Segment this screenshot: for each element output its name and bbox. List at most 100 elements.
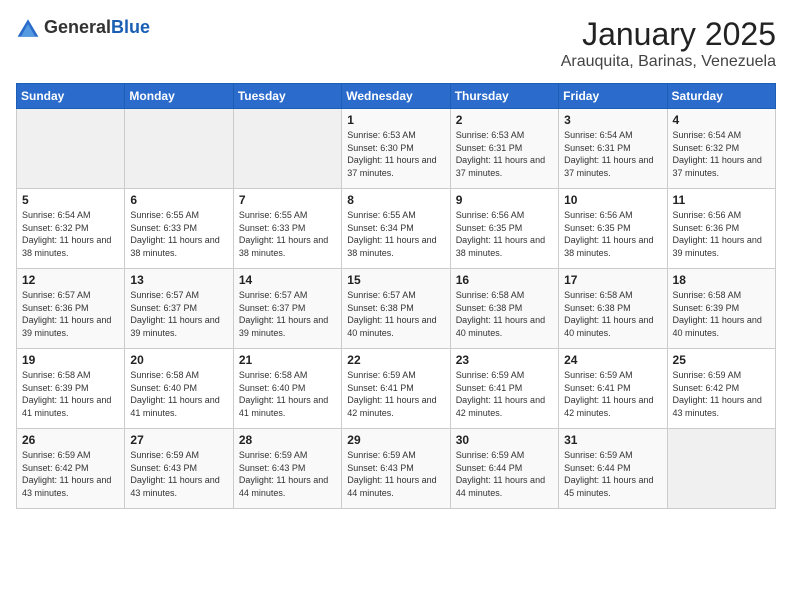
day-info: Sunrise: 6:58 AMSunset: 6:40 PMDaylight:… (239, 369, 336, 419)
day-info: Sunrise: 6:59 AMSunset: 6:44 PMDaylight:… (456, 449, 553, 499)
day-number: 6 (130, 193, 227, 207)
day-info: Sunrise: 6:56 AMSunset: 6:35 PMDaylight:… (564, 209, 661, 259)
calendar-cell: 11 Sunrise: 6:56 AMSunset: 6:36 PMDayligh… (667, 189, 775, 269)
day-number: 4 (673, 113, 770, 127)
day-info: Sunrise: 6:54 AMSunset: 6:32 PMDaylight:… (673, 129, 770, 179)
calendar-cell: 23 Sunrise: 6:59 AMSunset: 6:41 PMDayligh… (450, 349, 558, 429)
calendar-cell: 8Sunrise: 6:55 AMSunset: 6:34 PMDaylight… (342, 189, 450, 269)
day-number: 13 (130, 273, 227, 287)
logo-general: GeneralBlue (44, 18, 150, 38)
day-info: Sunrise: 6:59 AMSunset: 6:43 PMDaylight:… (130, 449, 227, 499)
weekday-header-saturday: Saturday (667, 84, 775, 109)
day-info: Sunrise: 6:59 AMSunset: 6:43 PMDaylight:… (347, 449, 444, 499)
calendar-cell: 2Sunrise: 6:53 AMSunset: 6:31 PMDaylight… (450, 109, 558, 189)
weekday-header-monday: Monday (125, 84, 233, 109)
calendar-cell: 4 Sunrise: 6:54 AMSunset: 6:32 PMDaylight… (667, 109, 775, 189)
day-number: 29 (347, 433, 444, 447)
day-info: Sunrise: 6:57 AMSunset: 6:38 PMDaylight:… (347, 289, 444, 339)
day-number: 19 (22, 353, 119, 367)
day-info: Sunrise: 6:59 AMSunset: 6:41 PMDaylight:… (347, 369, 444, 419)
weekday-header-row: SundayMondayTuesdayWednesdayThursdayFrid… (17, 84, 776, 109)
calendar-cell: 9Sunrise: 6:56 AMSunset: 6:35 PMDaylight… (450, 189, 558, 269)
logo: GeneralBlue (16, 16, 150, 40)
weekday-header-tuesday: Tuesday (233, 84, 341, 109)
calendar-cell: 6 Sunrise: 6:55 AMSunset: 6:33 PMDaylight… (125, 189, 233, 269)
day-info: Sunrise: 6:54 AMSunset: 6:32 PMDaylight:… (22, 209, 119, 259)
calendar-cell: 5 Sunrise: 6:54 AMSunset: 6:32 PMDaylight… (17, 189, 125, 269)
day-number: 11 (673, 193, 770, 207)
day-number: 8 (347, 193, 444, 207)
day-info: Sunrise: 6:59 AMSunset: 6:42 PMDaylight:… (673, 369, 770, 419)
day-number: 5 (22, 193, 119, 207)
day-number: 24 (564, 353, 661, 367)
day-info: Sunrise: 6:55 AMSunset: 6:33 PMDaylight:… (239, 209, 336, 259)
day-info: Sunrise: 6:58 AMSunset: 6:38 PMDaylight:… (456, 289, 553, 339)
calendar-cell: 31 Sunrise: 6:59 AMSunset: 6:44 PMDayligh… (559, 429, 667, 509)
calendar-cell (667, 429, 775, 509)
day-number: 28 (239, 433, 336, 447)
calendar-week-row: 19 Sunrise: 6:58 AMSunset: 6:39 PMDayligh… (17, 349, 776, 429)
calendar-cell: 16 Sunrise: 6:58 AMSunset: 6:38 PMDayligh… (450, 269, 558, 349)
day-info: Sunrise: 6:58 AMSunset: 6:39 PMDaylight:… (22, 369, 119, 419)
day-number: 3 (564, 113, 661, 127)
day-number: 17 (564, 273, 661, 287)
weekday-header-thursday: Thursday (450, 84, 558, 109)
calendar-cell: 10Sunrise: 6:56 AMSunset: 6:35 PMDayligh… (559, 189, 667, 269)
day-info: Sunrise: 6:57 AMSunset: 6:37 PMDaylight:… (239, 289, 336, 339)
day-number: 26 (22, 433, 119, 447)
calendar-cell: 25Sunrise: 6:59 AMSunset: 6:42 PMDayligh… (667, 349, 775, 429)
day-info: Sunrise: 6:59 AMSunset: 6:42 PMDaylight:… (22, 449, 119, 499)
weekday-header-friday: Friday (559, 84, 667, 109)
calendar-cell: 17 Sunrise: 6:58 AMSunset: 6:38 PMDayligh… (559, 269, 667, 349)
weekday-header-wednesday: Wednesday (342, 84, 450, 109)
calendar-cell: 1 Sunrise: 6:53 AMSunset: 6:30 PMDaylight… (342, 109, 450, 189)
calendar-cell (17, 109, 125, 189)
day-info: Sunrise: 6:57 AMSunset: 6:36 PMDaylight:… (22, 289, 119, 339)
day-info: Sunrise: 6:59 AMSunset: 6:41 PMDaylight:… (456, 369, 553, 419)
weekday-header-sunday: Sunday (17, 84, 125, 109)
day-number: 22 (347, 353, 444, 367)
calendar-table: SundayMondayTuesdayWednesdayThursdayFrid… (16, 83, 776, 509)
day-number: 27 (130, 433, 227, 447)
calendar-week-row: 26 Sunrise: 6:59 AMSunset: 6:42 PMDayligh… (17, 429, 776, 509)
day-info: Sunrise: 6:53 AMSunset: 6:30 PMDaylight:… (347, 129, 444, 179)
day-number: 23 (456, 353, 553, 367)
day-number: 18 (673, 273, 770, 287)
calendar-cell: 27 Sunrise: 6:59 AMSunset: 6:43 PMDayligh… (125, 429, 233, 509)
calendar-cell: 13 Sunrise: 6:57 AMSunset: 6:37 PMDayligh… (125, 269, 233, 349)
day-info: Sunrise: 6:54 AMSunset: 6:31 PMDaylight:… (564, 129, 661, 179)
calendar-cell: 12 Sunrise: 6:57 AMSunset: 6:36 PMDayligh… (17, 269, 125, 349)
calendar-week-row: 12 Sunrise: 6:57 AMSunset: 6:36 PMDayligh… (17, 269, 776, 349)
calendar-cell: 22 Sunrise: 6:59 AMSunset: 6:41 PMDayligh… (342, 349, 450, 429)
day-number: 31 (564, 433, 661, 447)
location-title: Arauquita, Barinas, Venezuela (561, 53, 776, 71)
calendar-cell: 14Sunrise: 6:57 AMSunset: 6:37 PMDayligh… (233, 269, 341, 349)
calendar-cell: 18Sunrise: 6:58 AMSunset: 6:39 PMDayligh… (667, 269, 775, 349)
day-info: Sunrise: 6:55 AMSunset: 6:33 PMDaylight:… (130, 209, 227, 259)
day-number: 1 (347, 113, 444, 127)
day-number: 7 (239, 193, 336, 207)
logo-icon (16, 16, 40, 40)
day-info: Sunrise: 6:57 AMSunset: 6:37 PMDaylight:… (130, 289, 227, 339)
day-info: Sunrise: 6:56 AMSunset: 6:36 PMDaylight:… (673, 209, 770, 259)
day-info: Sunrise: 6:59 AMSunset: 6:41 PMDaylight:… (564, 369, 661, 419)
day-number: 20 (130, 353, 227, 367)
calendar-cell: 26 Sunrise: 6:59 AMSunset: 6:42 PMDayligh… (17, 429, 125, 509)
day-number: 15 (347, 273, 444, 287)
calendar-cell: 7 Sunrise: 6:55 AMSunset: 6:33 PMDaylight… (233, 189, 341, 269)
calendar-cell: 28Sunrise: 6:59 AMSunset: 6:43 PMDayligh… (233, 429, 341, 509)
day-number: 12 (22, 273, 119, 287)
calendar-cell: 19 Sunrise: 6:58 AMSunset: 6:39 PMDayligh… (17, 349, 125, 429)
day-info: Sunrise: 6:59 AMSunset: 6:44 PMDaylight:… (564, 449, 661, 499)
title-block: January 2025 Arauquita, Barinas, Venezue… (561, 16, 776, 71)
day-info: Sunrise: 6:56 AMSunset: 6:35 PMDaylight:… (456, 209, 553, 259)
day-info: Sunrise: 6:58 AMSunset: 6:38 PMDaylight:… (564, 289, 661, 339)
day-info: Sunrise: 6:53 AMSunset: 6:31 PMDaylight:… (456, 129, 553, 179)
calendar-week-row: 5 Sunrise: 6:54 AMSunset: 6:32 PMDaylight… (17, 189, 776, 269)
day-number: 21 (239, 353, 336, 367)
calendar-cell (125, 109, 233, 189)
calendar-cell: 21 Sunrise: 6:58 AMSunset: 6:40 PMDayligh… (233, 349, 341, 429)
calendar-cell: 24 Sunrise: 6:59 AMSunset: 6:41 PMDayligh… (559, 349, 667, 429)
day-number: 16 (456, 273, 553, 287)
calendar-cell: 15 Sunrise: 6:57 AMSunset: 6:38 PMDayligh… (342, 269, 450, 349)
